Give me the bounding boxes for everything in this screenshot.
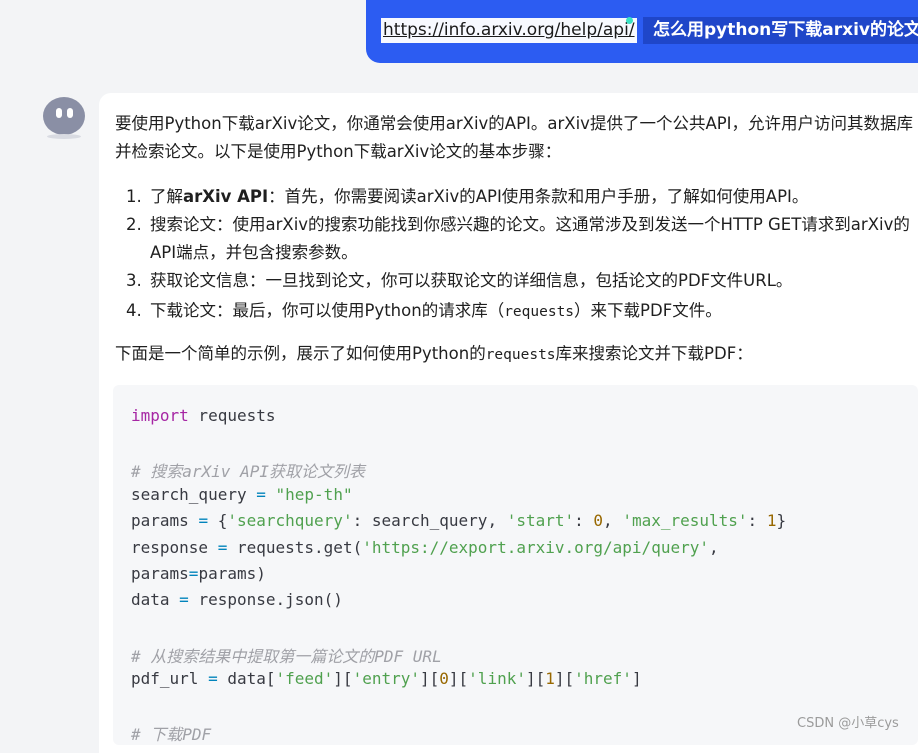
example-intro-text: 下面是一个简单的示例，展示了如何使用Python的	[115, 344, 486, 363]
step-text: 下载论文：最后，你可以使用Python的请求库（	[150, 301, 505, 320]
code-line: import requests	[131, 406, 276, 425]
code-line: data = response.json()	[131, 590, 343, 609]
code-line: params = {'searchquery': search_query, '…	[131, 511, 787, 530]
user-message-link[interactable]: https://info.arxiv.org/help/api/	[381, 18, 637, 43]
code-comment: # 下载PDF	[131, 725, 212, 744]
code-comment: # 搜索arXiv API获取论文列表	[131, 462, 365, 481]
inline-code: requests	[504, 304, 575, 320]
code-comment: # 从搜索结果中提取第一篇论文的PDF URL	[131, 647, 442, 666]
steps-list: 1. 了解arXiv API：首先，你需要阅读arXiv的API使用条款和用户手册…	[126, 183, 916, 326]
step-number: 3.	[126, 271, 142, 290]
step-item: 2. 搜索论文：使用arXiv的搜索功能找到你感兴趣的论文。这通常涉及到发送一个H…	[126, 211, 916, 267]
step-item: 4. 下载论文：最后，你可以使用Python的请求库（requests）来下载PD…	[126, 297, 916, 326]
code-line: response = requests.get('https://export.…	[131, 538, 719, 557]
step-item: 1. 了解arXiv API：首先，你需要阅读arXiv的API使用条款和用户手册…	[126, 183, 916, 211]
step-prefix: 了解	[150, 187, 183, 206]
avatar-eye-right	[67, 108, 73, 118]
step-text: ：首先，你需要阅读arXiv的API使用条款和用户手册，了解如何使用API。	[268, 187, 809, 206]
step-text: 搜索论文：使用arXiv的搜索功能找到你感兴趣的论文。这通常涉及到发送一个HTT…	[150, 215, 910, 262]
assistant-avatar	[43, 97, 85, 135]
inline-code: requests	[485, 347, 556, 363]
step-number: 1.	[126, 187, 142, 206]
answer-intro: 要使用Python下载arXiv论文，你通常会使用arXiv的API。arXiv…	[115, 114, 914, 161]
example-intro: 下面是一个简单的示例，展示了如何使用Python的requests库来搜索论文并…	[115, 340, 915, 369]
step-text: 获取论文信息：一旦找到论文，你可以获取论文的详细信息，包括论文的PDF文件URL…	[150, 271, 793, 290]
code-line: params=params)	[131, 564, 266, 583]
code-line: search_query = "hep-th"	[131, 485, 353, 504]
avatar-eye-left	[56, 108, 62, 118]
step-item: 3. 获取论文信息：一旦找到论文，你可以获取论文的详细信息，包括论文的PDF文件U…	[126, 267, 916, 295]
example-intro-text: 库来搜索论文并下载PDF：	[555, 344, 753, 363]
watermark: CSDN @小草cys	[797, 716, 899, 731]
step-text: ）来下载PDF文件。	[574, 301, 722, 320]
user-message-query: 怎么用python写下载arxiv的论文	[643, 17, 918, 44]
code-line: pdf_url = data['feed']['entry'][0]['link…	[131, 669, 642, 688]
status-dot	[626, 17, 633, 24]
step-bold: arXiv API	[183, 187, 269, 206]
step-number: 4.	[126, 301, 142, 320]
step-number: 2.	[126, 215, 142, 234]
avatar-shadow	[47, 134, 81, 139]
